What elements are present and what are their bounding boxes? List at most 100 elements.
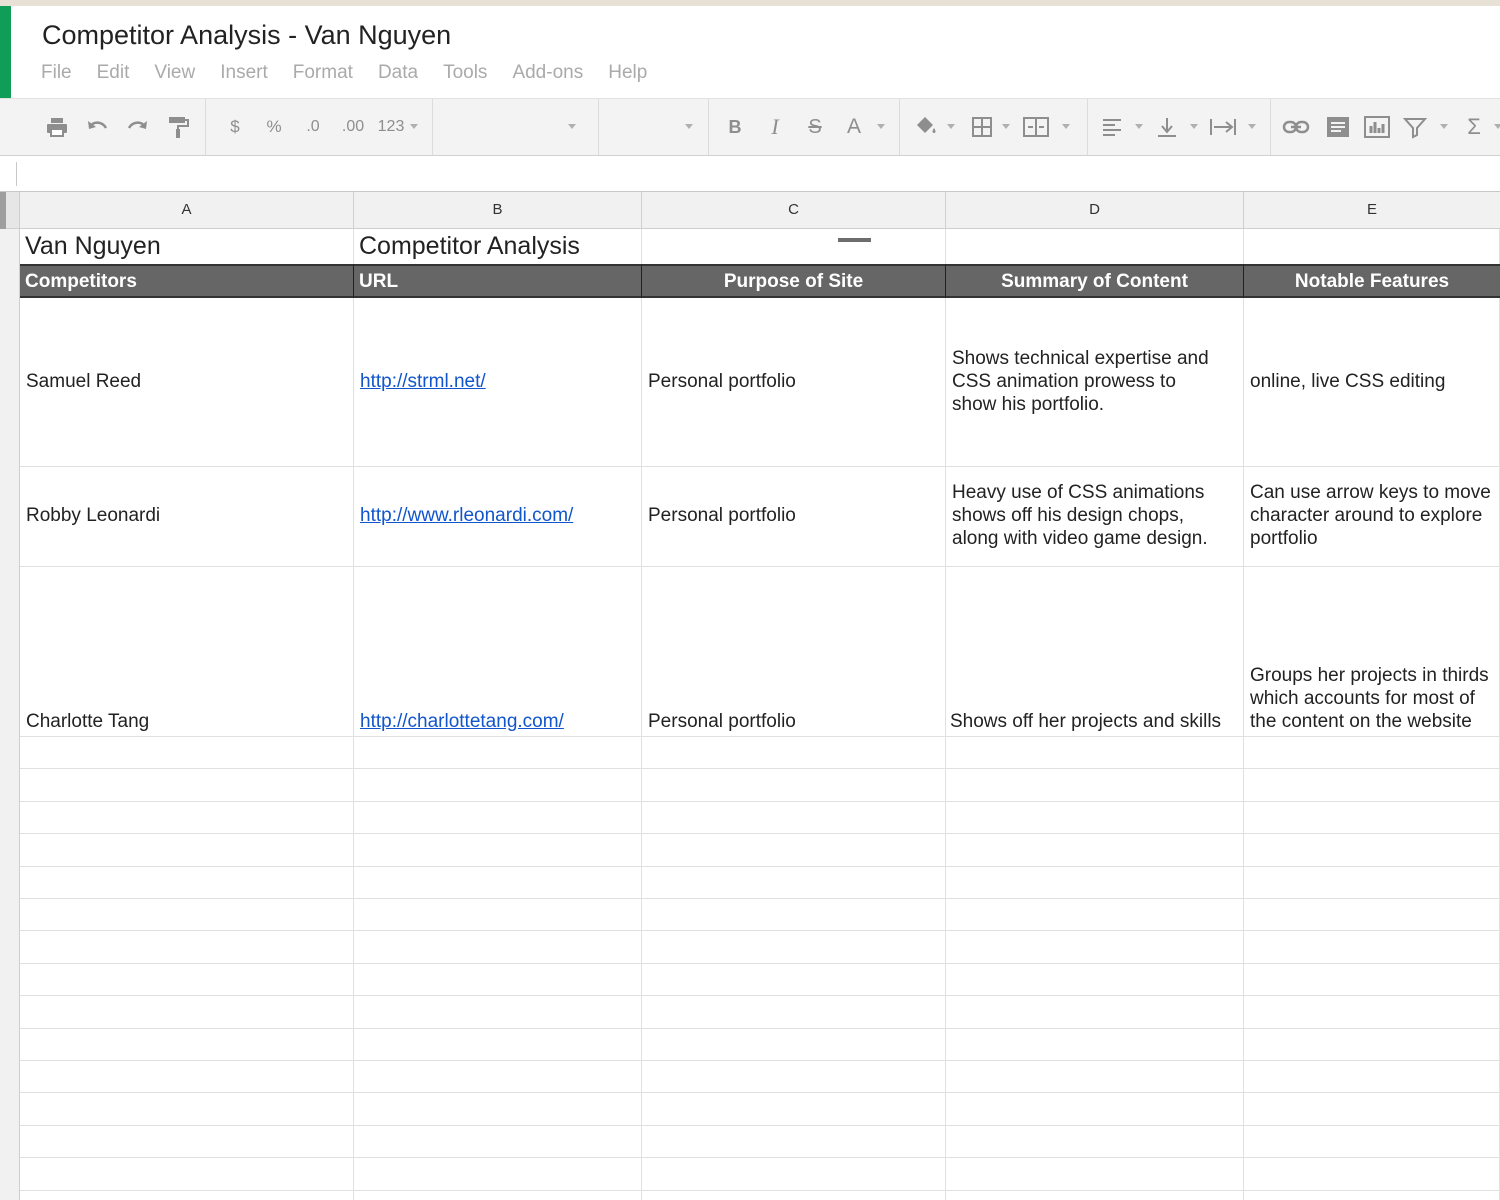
menu-insert[interactable]: Insert xyxy=(220,62,268,84)
empty-cell[interactable] xyxy=(642,996,946,1029)
cell-features[interactable]: Groups her projects in thirds which acco… xyxy=(1244,567,1500,737)
cell-c1[interactable] xyxy=(642,229,946,265)
empty-cell[interactable] xyxy=(354,769,642,802)
column-header-a[interactable]: A xyxy=(20,192,354,229)
undo-icon[interactable] xyxy=(85,115,109,139)
header-purpose[interactable]: Purpose of Site xyxy=(642,264,946,298)
empty-cell[interactable] xyxy=(1244,737,1500,770)
empty-cell[interactable] xyxy=(946,963,1244,997)
empty-cell[interactable] xyxy=(642,1158,946,1191)
empty-cell[interactable] xyxy=(946,899,1244,932)
print-icon[interactable] xyxy=(45,115,69,139)
cell-competitor[interactable]: Charlotte Tang xyxy=(20,567,354,737)
text-wrap-icon[interactable] xyxy=(1208,115,1238,139)
empty-cell[interactable] xyxy=(20,1190,354,1200)
empty-cell[interactable] xyxy=(946,801,1244,835)
cell-purpose[interactable]: Personal portfolio xyxy=(642,298,946,467)
borders-icon[interactable] xyxy=(970,115,994,139)
increase-decimal-button[interactable]: .00 xyxy=(339,115,367,139)
empty-cell[interactable] xyxy=(642,769,946,802)
empty-cell[interactable] xyxy=(20,1093,354,1126)
empty-cell[interactable] xyxy=(1244,1093,1500,1126)
text-color-button[interactable]: A xyxy=(842,115,866,139)
empty-cell[interactable] xyxy=(354,866,642,899)
empty-cell[interactable] xyxy=(946,1028,1244,1061)
empty-cell[interactable] xyxy=(642,931,946,964)
column-header-d[interactable]: D xyxy=(946,192,1244,229)
menu-tools[interactable]: Tools xyxy=(443,62,487,84)
more-formats-button[interactable]: 123 xyxy=(375,115,407,139)
empty-cell[interactable] xyxy=(354,1125,642,1159)
empty-cell[interactable] xyxy=(1244,801,1500,835)
empty-cell[interactable] xyxy=(20,801,354,835)
empty-cell[interactable] xyxy=(642,866,946,899)
cell-competitor[interactable]: Samuel Reed xyxy=(20,298,354,467)
empty-cell[interactable] xyxy=(354,1093,642,1126)
header-competitors[interactable]: Competitors xyxy=(20,264,354,298)
empty-cell[interactable] xyxy=(1244,963,1500,997)
italic-button[interactable]: I xyxy=(765,115,785,139)
menu-data[interactable]: Data xyxy=(378,62,418,84)
empty-cell[interactable] xyxy=(946,1125,1244,1159)
merge-cells-icon[interactable] xyxy=(1022,115,1050,139)
empty-cell[interactable] xyxy=(946,834,1244,867)
empty-cell[interactable] xyxy=(946,1158,1244,1191)
empty-cell[interactable] xyxy=(946,769,1244,802)
header-url[interactable]: URL xyxy=(354,264,642,298)
link-icon[interactable] xyxy=(1282,115,1310,139)
empty-cell[interactable] xyxy=(946,931,1244,964)
empty-cell[interactable] xyxy=(1244,1158,1500,1191)
cell-features[interactable]: Can use arrow keys to move character aro… xyxy=(1244,467,1500,567)
empty-cell[interactable] xyxy=(20,769,354,802)
empty-cell[interactable] xyxy=(642,737,946,770)
document-title[interactable]: Competitor Analysis - Van Nguyen xyxy=(42,20,451,51)
cell-purpose[interactable]: Personal portfolio xyxy=(642,567,946,737)
empty-cell[interactable] xyxy=(642,801,946,835)
align-left-icon[interactable] xyxy=(1100,115,1124,139)
empty-cell[interactable] xyxy=(354,963,642,997)
valign-bottom-icon[interactable] xyxy=(1155,115,1179,139)
empty-cell[interactable] xyxy=(1244,996,1500,1029)
empty-cell[interactable] xyxy=(946,1190,1244,1200)
paint-format-icon[interactable] xyxy=(166,115,190,139)
menu-addons[interactable]: Add-ons xyxy=(512,62,583,84)
empty-cell[interactable] xyxy=(20,963,354,997)
cell-competitor[interactable]: Robby Leonardi xyxy=(20,467,354,567)
empty-cell[interactable] xyxy=(20,996,354,1029)
frozen-row-handle[interactable] xyxy=(0,192,6,229)
empty-cell[interactable] xyxy=(354,834,642,867)
empty-cell[interactable] xyxy=(354,996,642,1029)
empty-cell[interactable] xyxy=(642,963,946,997)
empty-cell[interactable] xyxy=(20,834,354,867)
empty-cell[interactable] xyxy=(354,737,642,770)
empty-cell[interactable] xyxy=(642,834,946,867)
empty-cell[interactable] xyxy=(1244,866,1500,899)
currency-format-button[interactable]: $ xyxy=(226,115,244,139)
cell-url[interactable]: http://strml.net/ xyxy=(354,298,642,467)
empty-cell[interactable] xyxy=(20,1125,354,1159)
empty-cell[interactable] xyxy=(20,899,354,932)
empty-cell[interactable] xyxy=(20,1028,354,1061)
column-header-b[interactable]: B xyxy=(354,192,642,229)
cell-d1[interactable] xyxy=(946,229,1244,265)
empty-cell[interactable] xyxy=(642,899,946,932)
menu-edit[interactable]: Edit xyxy=(97,62,130,84)
empty-cell[interactable] xyxy=(946,996,1244,1029)
empty-cell[interactable] xyxy=(20,1158,354,1191)
empty-cell[interactable] xyxy=(20,1061,354,1094)
functions-icon[interactable]: Σ xyxy=(1463,115,1485,139)
empty-cell[interactable] xyxy=(354,801,642,835)
percent-format-button[interactable]: % xyxy=(264,115,284,139)
empty-cell[interactable] xyxy=(354,1190,642,1200)
empty-cell[interactable] xyxy=(946,737,1244,770)
strikethrough-button[interactable]: S xyxy=(805,115,825,139)
empty-cell[interactable] xyxy=(642,1093,946,1126)
empty-cell[interactable] xyxy=(1244,769,1500,802)
cell-b1[interactable]: Competitor Analysis xyxy=(354,229,642,265)
empty-cell[interactable] xyxy=(354,931,642,964)
cell-purpose[interactable]: Personal portfolio xyxy=(642,467,946,567)
menu-view[interactable]: View xyxy=(154,62,195,84)
column-header-e[interactable]: E xyxy=(1244,192,1500,229)
competitor-url-link[interactable]: http://strml.net/ xyxy=(360,370,641,393)
empty-cell[interactable] xyxy=(354,1028,642,1061)
